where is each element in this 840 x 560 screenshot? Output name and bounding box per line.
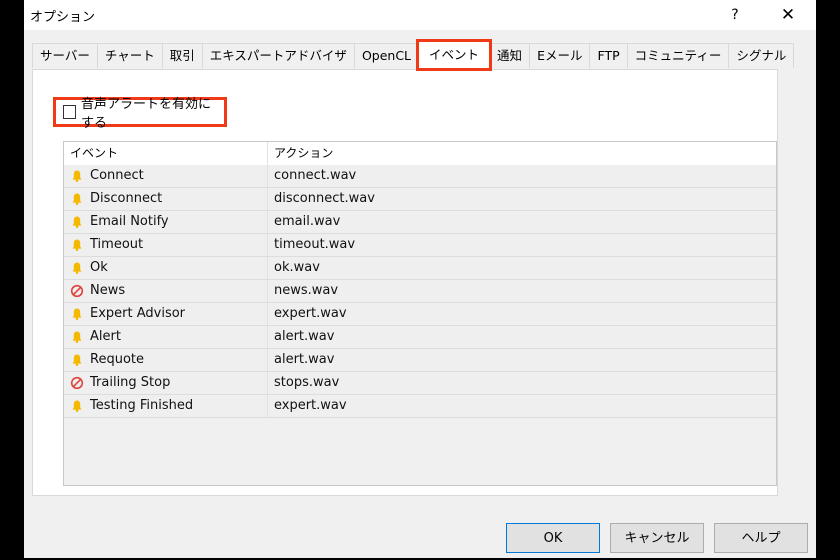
event-cell: Email Notify [64, 211, 268, 233]
action-cell[interactable]: news.wav [268, 280, 776, 302]
action-cell[interactable]: timeout.wav [268, 234, 776, 256]
help-icon[interactable]: ? [724, 4, 746, 26]
event-name: News [90, 283, 126, 298]
help-button[interactable]: ヘルプ [714, 523, 808, 553]
title-bar: オプション ? ✕ [24, 0, 816, 30]
disabled-icon [70, 376, 84, 390]
event-cell: Ok [64, 257, 268, 279]
enable-sound-checkbox-row[interactable]: 音声アラートを有効にする [53, 97, 227, 131]
window-title: オプション [30, 10, 96, 25]
action-cell[interactable]: email.wav [268, 211, 776, 233]
bell-icon [70, 215, 84, 229]
tab-community[interactable]: コミュニティー [626, 43, 730, 68]
event-name: Ok [90, 260, 108, 275]
action-cell[interactable]: alert.wav [268, 349, 776, 371]
event-name: Timeout [90, 237, 144, 252]
close-icon[interactable]: ✕ [776, 3, 800, 27]
action-cell[interactable]: expert.wav [268, 395, 776, 417]
enable-sound-checkbox[interactable] [63, 105, 76, 119]
table-header: イベント アクション [64, 142, 776, 165]
table-row[interactable]: Trailing Stop stops.wav [64, 372, 776, 395]
bell-icon [70, 353, 84, 367]
bell-icon [70, 307, 84, 321]
event-cell: Connect [64, 165, 268, 187]
tab-email[interactable]: Eメール [529, 43, 591, 68]
tab-events[interactable]: イベント [416, 39, 493, 71]
bell-icon [70, 330, 84, 344]
event-name: Testing Finished [90, 398, 194, 413]
column-header-action[interactable]: アクション [268, 142, 776, 165]
event-name: Trailing Stop [90, 375, 171, 390]
options-dialog: オプション ? ✕ サーバー チャート 取引 エキスパートアドバイザ OpenC… [24, 0, 816, 558]
event-cell: Testing Finished [64, 395, 268, 417]
disabled-icon [70, 284, 84, 298]
action-cell[interactable]: connect.wav [268, 165, 776, 187]
event-name: Requote [90, 352, 144, 367]
bell-icon [70, 238, 84, 252]
event-cell: Alert [64, 326, 268, 348]
action-cell[interactable]: disconnect.wav [268, 188, 776, 210]
tab-server[interactable]: サーバー [32, 43, 98, 68]
table-row[interactable]: Email Notify email.wav [64, 211, 776, 234]
tab-opencl[interactable]: OpenCL [353, 43, 420, 68]
enable-sound-label: 音声アラートを有効にする [80, 97, 211, 131]
tab-bar: サーバー チャート 取引 エキスパートアドバイザ OpenCL イベント 通知 … [32, 39, 795, 71]
table-row[interactable]: Timeout timeout.wav [64, 234, 776, 257]
table-row[interactable]: Ok ok.wav [64, 257, 776, 280]
action-cell[interactable]: stops.wav [268, 372, 776, 394]
tab-ftp[interactable]: FTP [589, 43, 628, 68]
table-row[interactable]: News news.wav [64, 280, 776, 303]
bell-icon [70, 399, 84, 413]
table-row[interactable]: Alert alert.wav [64, 326, 776, 349]
event-cell: Expert Advisor [64, 303, 268, 325]
event-name: Disconnect [90, 191, 163, 206]
event-name: Alert [90, 329, 121, 344]
event-cell: Trailing Stop [64, 372, 268, 394]
event-name: Expert Advisor [90, 306, 186, 321]
event-name: Connect [90, 168, 144, 183]
table-row[interactable]: Requote alert.wav [64, 349, 776, 372]
tab-notifications[interactable]: 通知 [489, 43, 531, 68]
action-cell[interactable]: expert.wav [268, 303, 776, 325]
bell-icon [70, 261, 84, 275]
ok-button[interactable]: OK [506, 523, 600, 553]
tab-expert-advisors[interactable]: エキスパートアドバイザ [201, 43, 355, 68]
event-cell: Disconnect [64, 188, 268, 210]
event-cell: Timeout [64, 234, 268, 256]
column-header-event[interactable]: イベント [64, 142, 268, 165]
table-row[interactable]: Testing Finished expert.wav [64, 395, 776, 418]
tab-trade[interactable]: 取引 [161, 43, 203, 68]
table-row[interactable]: Expert Advisor expert.wav [64, 303, 776, 326]
table-row[interactable]: Connect connect.wav [64, 165, 776, 188]
tab-chart[interactable]: チャート [96, 43, 163, 68]
event-cell: Requote [64, 349, 268, 371]
action-cell[interactable]: alert.wav [268, 326, 776, 348]
cancel-button[interactable]: キャンセル [610, 523, 704, 553]
events-table: イベント アクション Connect connect.wav Disconnect d… [63, 141, 777, 486]
bell-icon [70, 192, 84, 206]
bell-icon [70, 169, 84, 183]
action-cell[interactable]: ok.wav [268, 257, 776, 279]
event-name: Email Notify [90, 214, 169, 229]
table-row[interactable]: Disconnect disconnect.wav [64, 188, 776, 211]
tab-signals[interactable]: シグナル [728, 43, 795, 68]
event-cell: News [64, 280, 268, 302]
